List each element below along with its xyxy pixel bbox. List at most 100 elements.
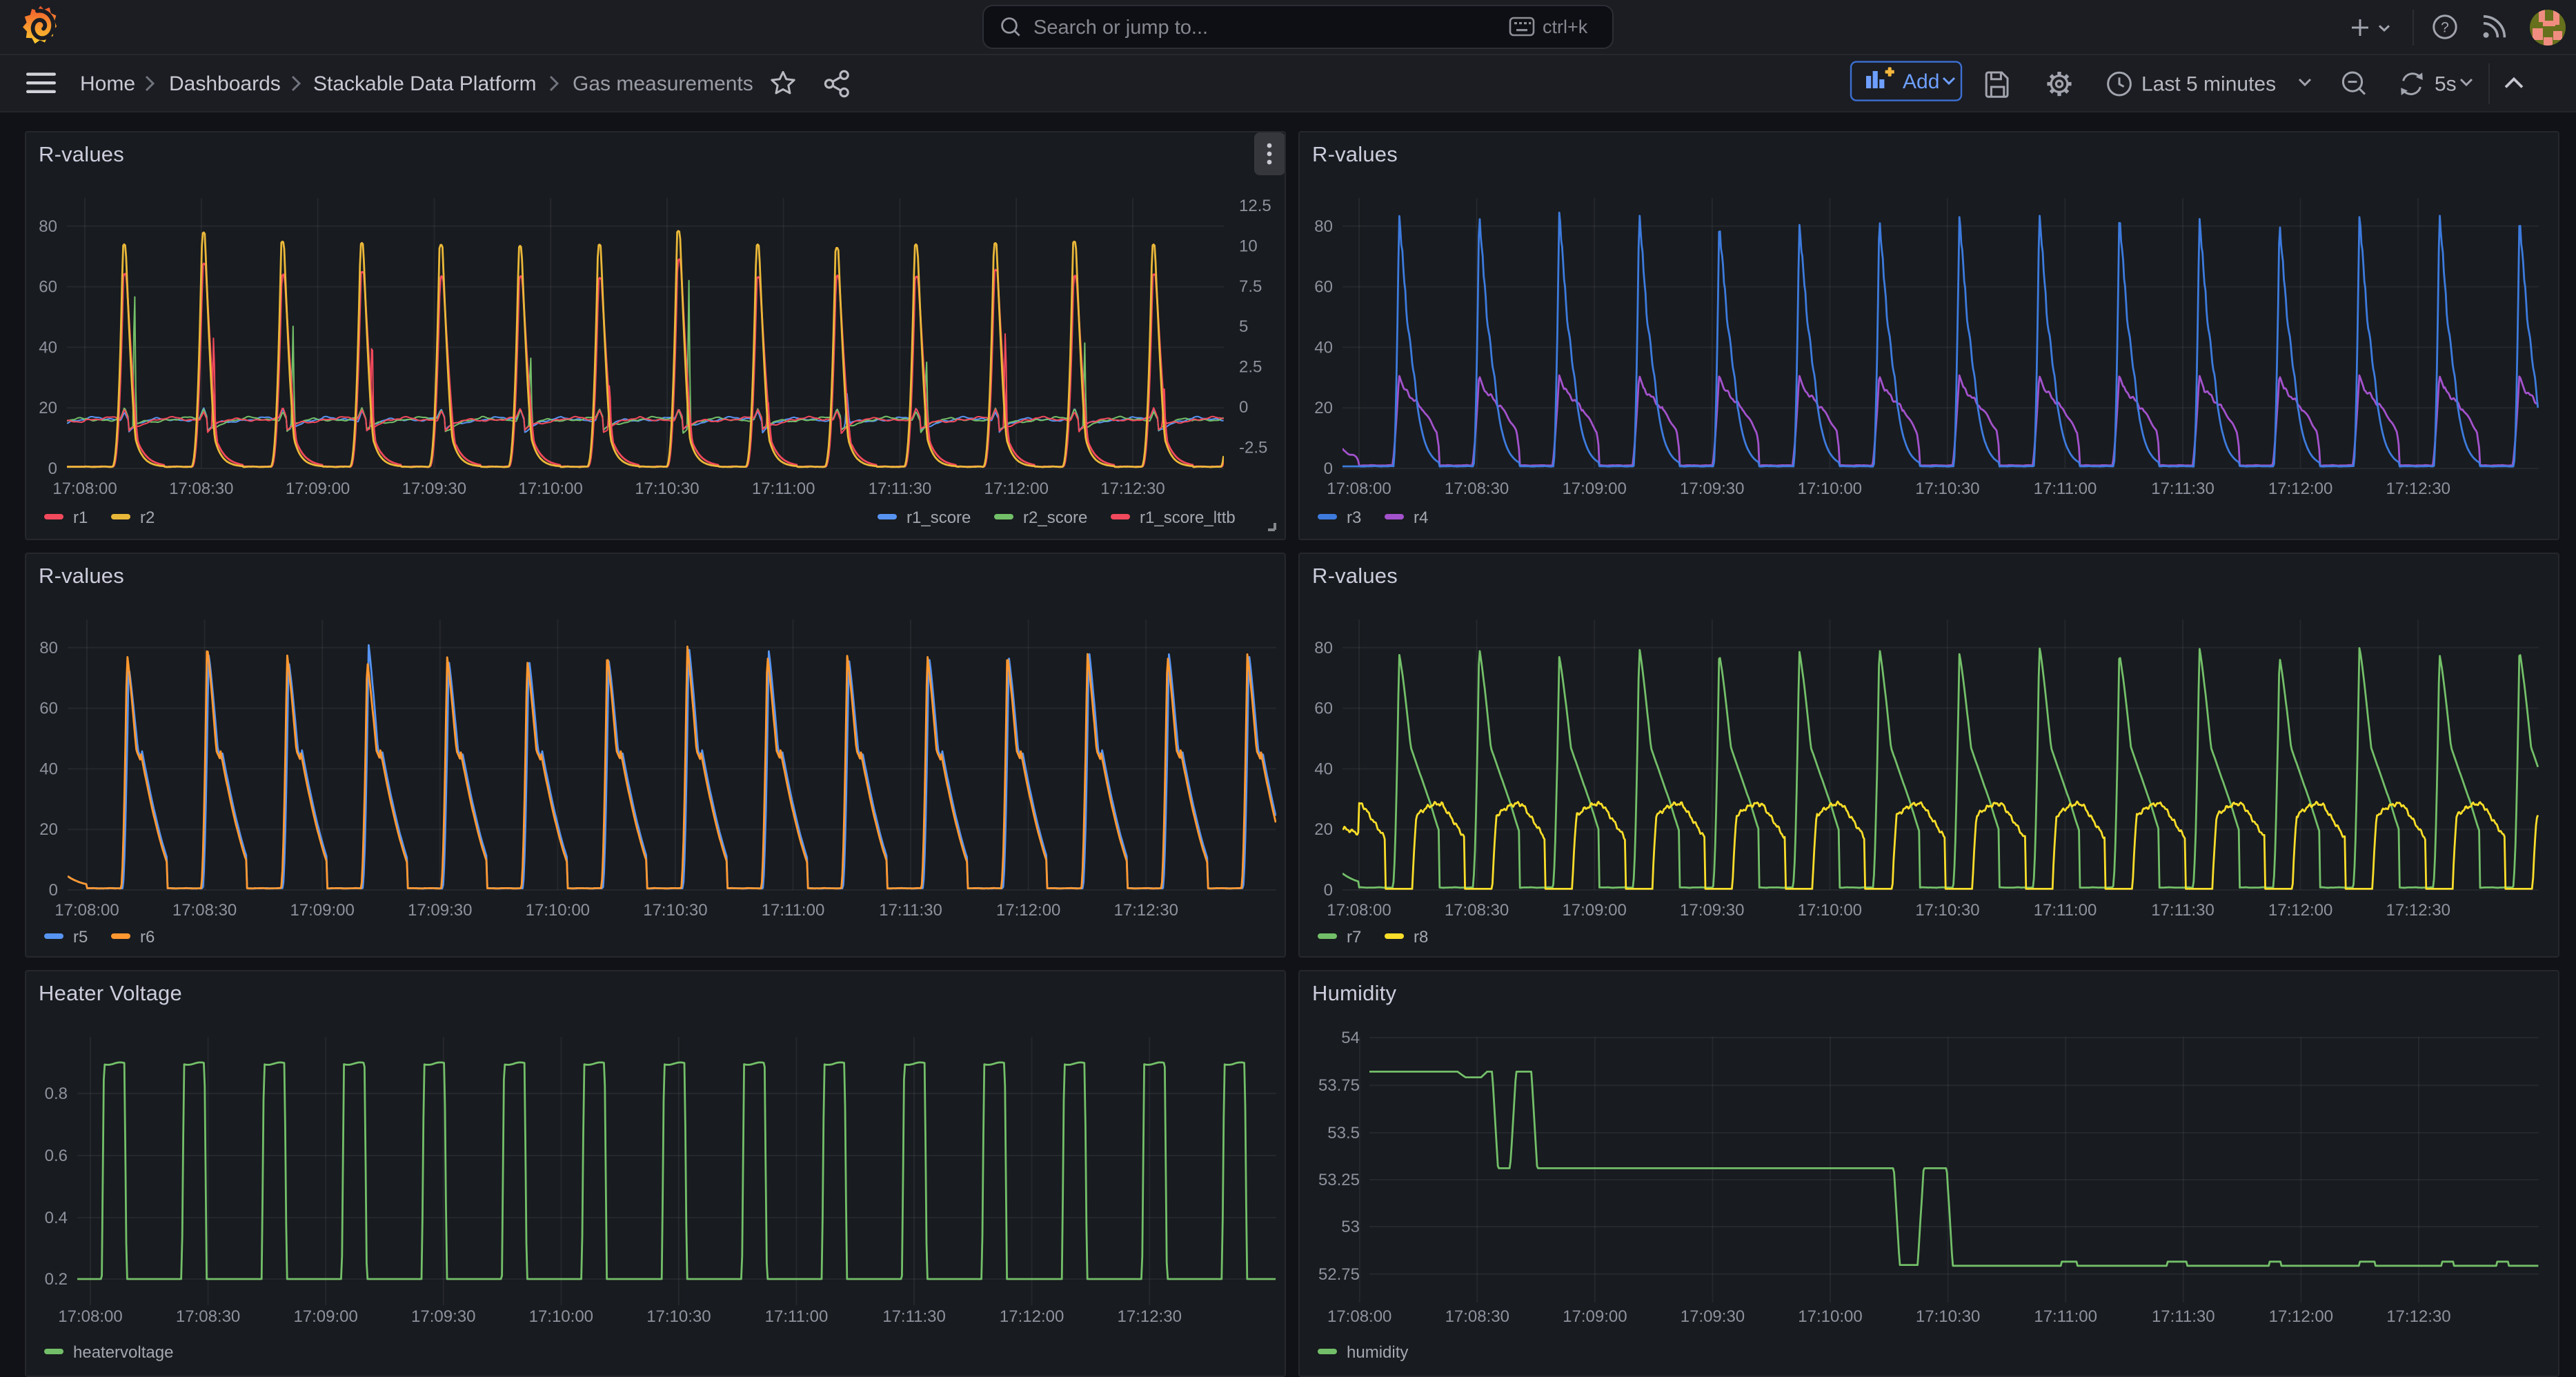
svg-text:Stackable Data Platform: Stackable Data Platform [313, 72, 536, 95]
svg-text:Home: Home [80, 72, 135, 95]
svg-text:17:09:30: 17:09:30 [402, 479, 466, 498]
svg-text:17:08:30: 17:08:30 [1445, 1307, 1509, 1326]
svg-text:17:11:30: 17:11:30 [879, 901, 942, 920]
svg-text:17:09:00: 17:09:00 [293, 1307, 357, 1326]
svg-text:53.25: 53.25 [1318, 1171, 1360, 1189]
svg-text:17:11:00: 17:11:00 [2034, 479, 2097, 498]
svg-text:17:11:00: 17:11:00 [765, 1307, 829, 1326]
svg-text:17:10:00: 17:10:00 [1798, 901, 1862, 920]
svg-text:40: 40 [1314, 760, 1333, 778]
svg-text:17:09:30: 17:09:30 [408, 901, 472, 920]
svg-text:17:12:30: 17:12:30 [1100, 479, 1165, 498]
svg-text:r8: r8 [1414, 928, 1428, 947]
svg-text:17:11:30: 17:11:30 [2151, 901, 2215, 920]
svg-text:r4: r4 [1414, 508, 1428, 527]
svg-text:17:11:00: 17:11:00 [752, 479, 815, 498]
svg-text:0: 0 [1324, 881, 1333, 900]
svg-text:20: 20 [39, 820, 58, 839]
svg-text:17:11:30: 17:11:30 [869, 479, 932, 498]
svg-text:40: 40 [39, 338, 57, 357]
svg-text:17:11:30: 17:11:30 [2151, 479, 2215, 498]
svg-text:60: 60 [1314, 700, 1333, 718]
svg-text:17:12:00: 17:12:00 [2268, 901, 2332, 920]
svg-text:heatervoltage: heatervoltage [73, 1343, 173, 1362]
svg-text:12.5: 12.5 [1239, 197, 1271, 215]
svg-text:17:09:00: 17:09:00 [286, 479, 350, 498]
svg-text:0: 0 [1239, 398, 1248, 417]
svg-text:17:12:00: 17:12:00 [1000, 1307, 1064, 1326]
svg-text:17:08:30: 17:08:30 [1445, 901, 1509, 920]
svg-text:17:08:00: 17:08:00 [55, 901, 119, 920]
svg-text:r6: r6 [140, 928, 155, 947]
svg-text:17:09:30: 17:09:30 [1680, 479, 1744, 498]
svg-text:17:08:30: 17:08:30 [1445, 479, 1509, 498]
svg-text:17:09:00: 17:09:00 [1562, 901, 1626, 920]
svg-text:17:10:30: 17:10:30 [646, 1307, 711, 1326]
svg-text:17:12:00: 17:12:00 [2269, 1307, 2333, 1326]
svg-text:17:08:30: 17:08:30 [176, 1307, 240, 1326]
svg-text:0: 0 [1324, 459, 1333, 478]
svg-text:ctrl+k: ctrl+k [1543, 17, 1588, 37]
svg-text:17:12:30: 17:12:30 [2386, 901, 2450, 920]
svg-text:0.4: 0.4 [45, 1209, 68, 1227]
svg-text:17:11:30: 17:11:30 [2152, 1307, 2215, 1326]
svg-text:40: 40 [1314, 338, 1333, 357]
svg-text:17:10:00: 17:10:00 [526, 901, 590, 920]
svg-text:80: 80 [39, 217, 57, 236]
svg-text:17:12:00: 17:12:00 [984, 479, 1049, 498]
svg-text:17:08:00: 17:08:00 [1327, 479, 1391, 498]
svg-text:r2_score: r2_score [1023, 508, 1087, 527]
svg-text:humidity: humidity [1347, 1343, 1408, 1362]
svg-text:17:12:30: 17:12:30 [1114, 901, 1178, 920]
svg-text:80: 80 [39, 639, 58, 657]
svg-text:53.75: 53.75 [1318, 1076, 1360, 1095]
svg-text:20: 20 [1314, 399, 1333, 417]
svg-text:5: 5 [1239, 317, 1248, 336]
svg-text:-2.5: -2.5 [1239, 438, 1267, 457]
svg-text:17:10:30: 17:10:30 [1915, 901, 1979, 920]
svg-text:0: 0 [49, 881, 58, 900]
svg-text:?: ? [2441, 20, 2449, 36]
svg-text:17:10:00: 17:10:00 [1798, 1307, 1862, 1326]
svg-text:0.6: 0.6 [45, 1147, 68, 1165]
svg-text:17:11:00: 17:11:00 [2034, 1307, 2097, 1326]
svg-text:r1_score: r1_score [906, 508, 971, 527]
svg-text:Gas measurements: Gas measurements [573, 72, 753, 95]
svg-text:Last 5 minutes: Last 5 minutes [2141, 73, 2276, 96]
svg-text:17:12:00: 17:12:00 [996, 901, 1060, 920]
svg-text:17:11:00: 17:11:00 [2034, 901, 2097, 920]
svg-text:20: 20 [39, 399, 57, 417]
svg-text:Dashboards: Dashboards [169, 72, 281, 95]
svg-text:17:10:00: 17:10:00 [1798, 479, 1862, 498]
svg-text:17:09:00: 17:09:00 [1563, 1307, 1627, 1326]
svg-text:0: 0 [48, 459, 57, 478]
svg-text:53.5: 53.5 [1327, 1124, 1360, 1142]
svg-text:17:10:30: 17:10:30 [1916, 1307, 1980, 1326]
svg-text:r2: r2 [140, 508, 155, 527]
svg-text:80: 80 [1314, 217, 1333, 236]
svg-text:17:09:30: 17:09:30 [1681, 1307, 1745, 1326]
svg-text:17:08:00: 17:08:00 [1327, 1307, 1391, 1326]
svg-text:17:08:00: 17:08:00 [58, 1307, 122, 1326]
svg-text:17:08:30: 17:08:30 [172, 901, 237, 920]
svg-text:0.8: 0.8 [45, 1084, 68, 1103]
svg-text:54: 54 [1341, 1029, 1360, 1047]
svg-text:17:10:00: 17:10:00 [518, 479, 582, 498]
svg-text:r1: r1 [73, 508, 88, 527]
svg-text:17:08:00: 17:08:00 [1327, 901, 1391, 920]
svg-text:17:11:30: 17:11:30 [882, 1307, 946, 1326]
svg-text:r5: r5 [73, 928, 88, 947]
svg-text:17:09:00: 17:09:00 [290, 901, 354, 920]
svg-text:17:08:30: 17:08:30 [169, 479, 233, 498]
svg-text:r1_score_lttb: r1_score_lttb [1140, 508, 1236, 527]
svg-text:7.5: 7.5 [1239, 277, 1262, 296]
svg-text:52.75: 52.75 [1318, 1265, 1360, 1284]
svg-text:2.5: 2.5 [1239, 358, 1262, 377]
svg-text:60: 60 [39, 700, 58, 718]
svg-text:17:09:30: 17:09:30 [1680, 901, 1744, 920]
svg-text:53: 53 [1341, 1218, 1360, 1236]
svg-text:80: 80 [1314, 639, 1333, 657]
svg-text:17:12:00: 17:12:00 [2268, 479, 2332, 498]
svg-text:5s: 5s [2435, 73, 2457, 96]
svg-text:17:10:30: 17:10:30 [643, 901, 707, 920]
